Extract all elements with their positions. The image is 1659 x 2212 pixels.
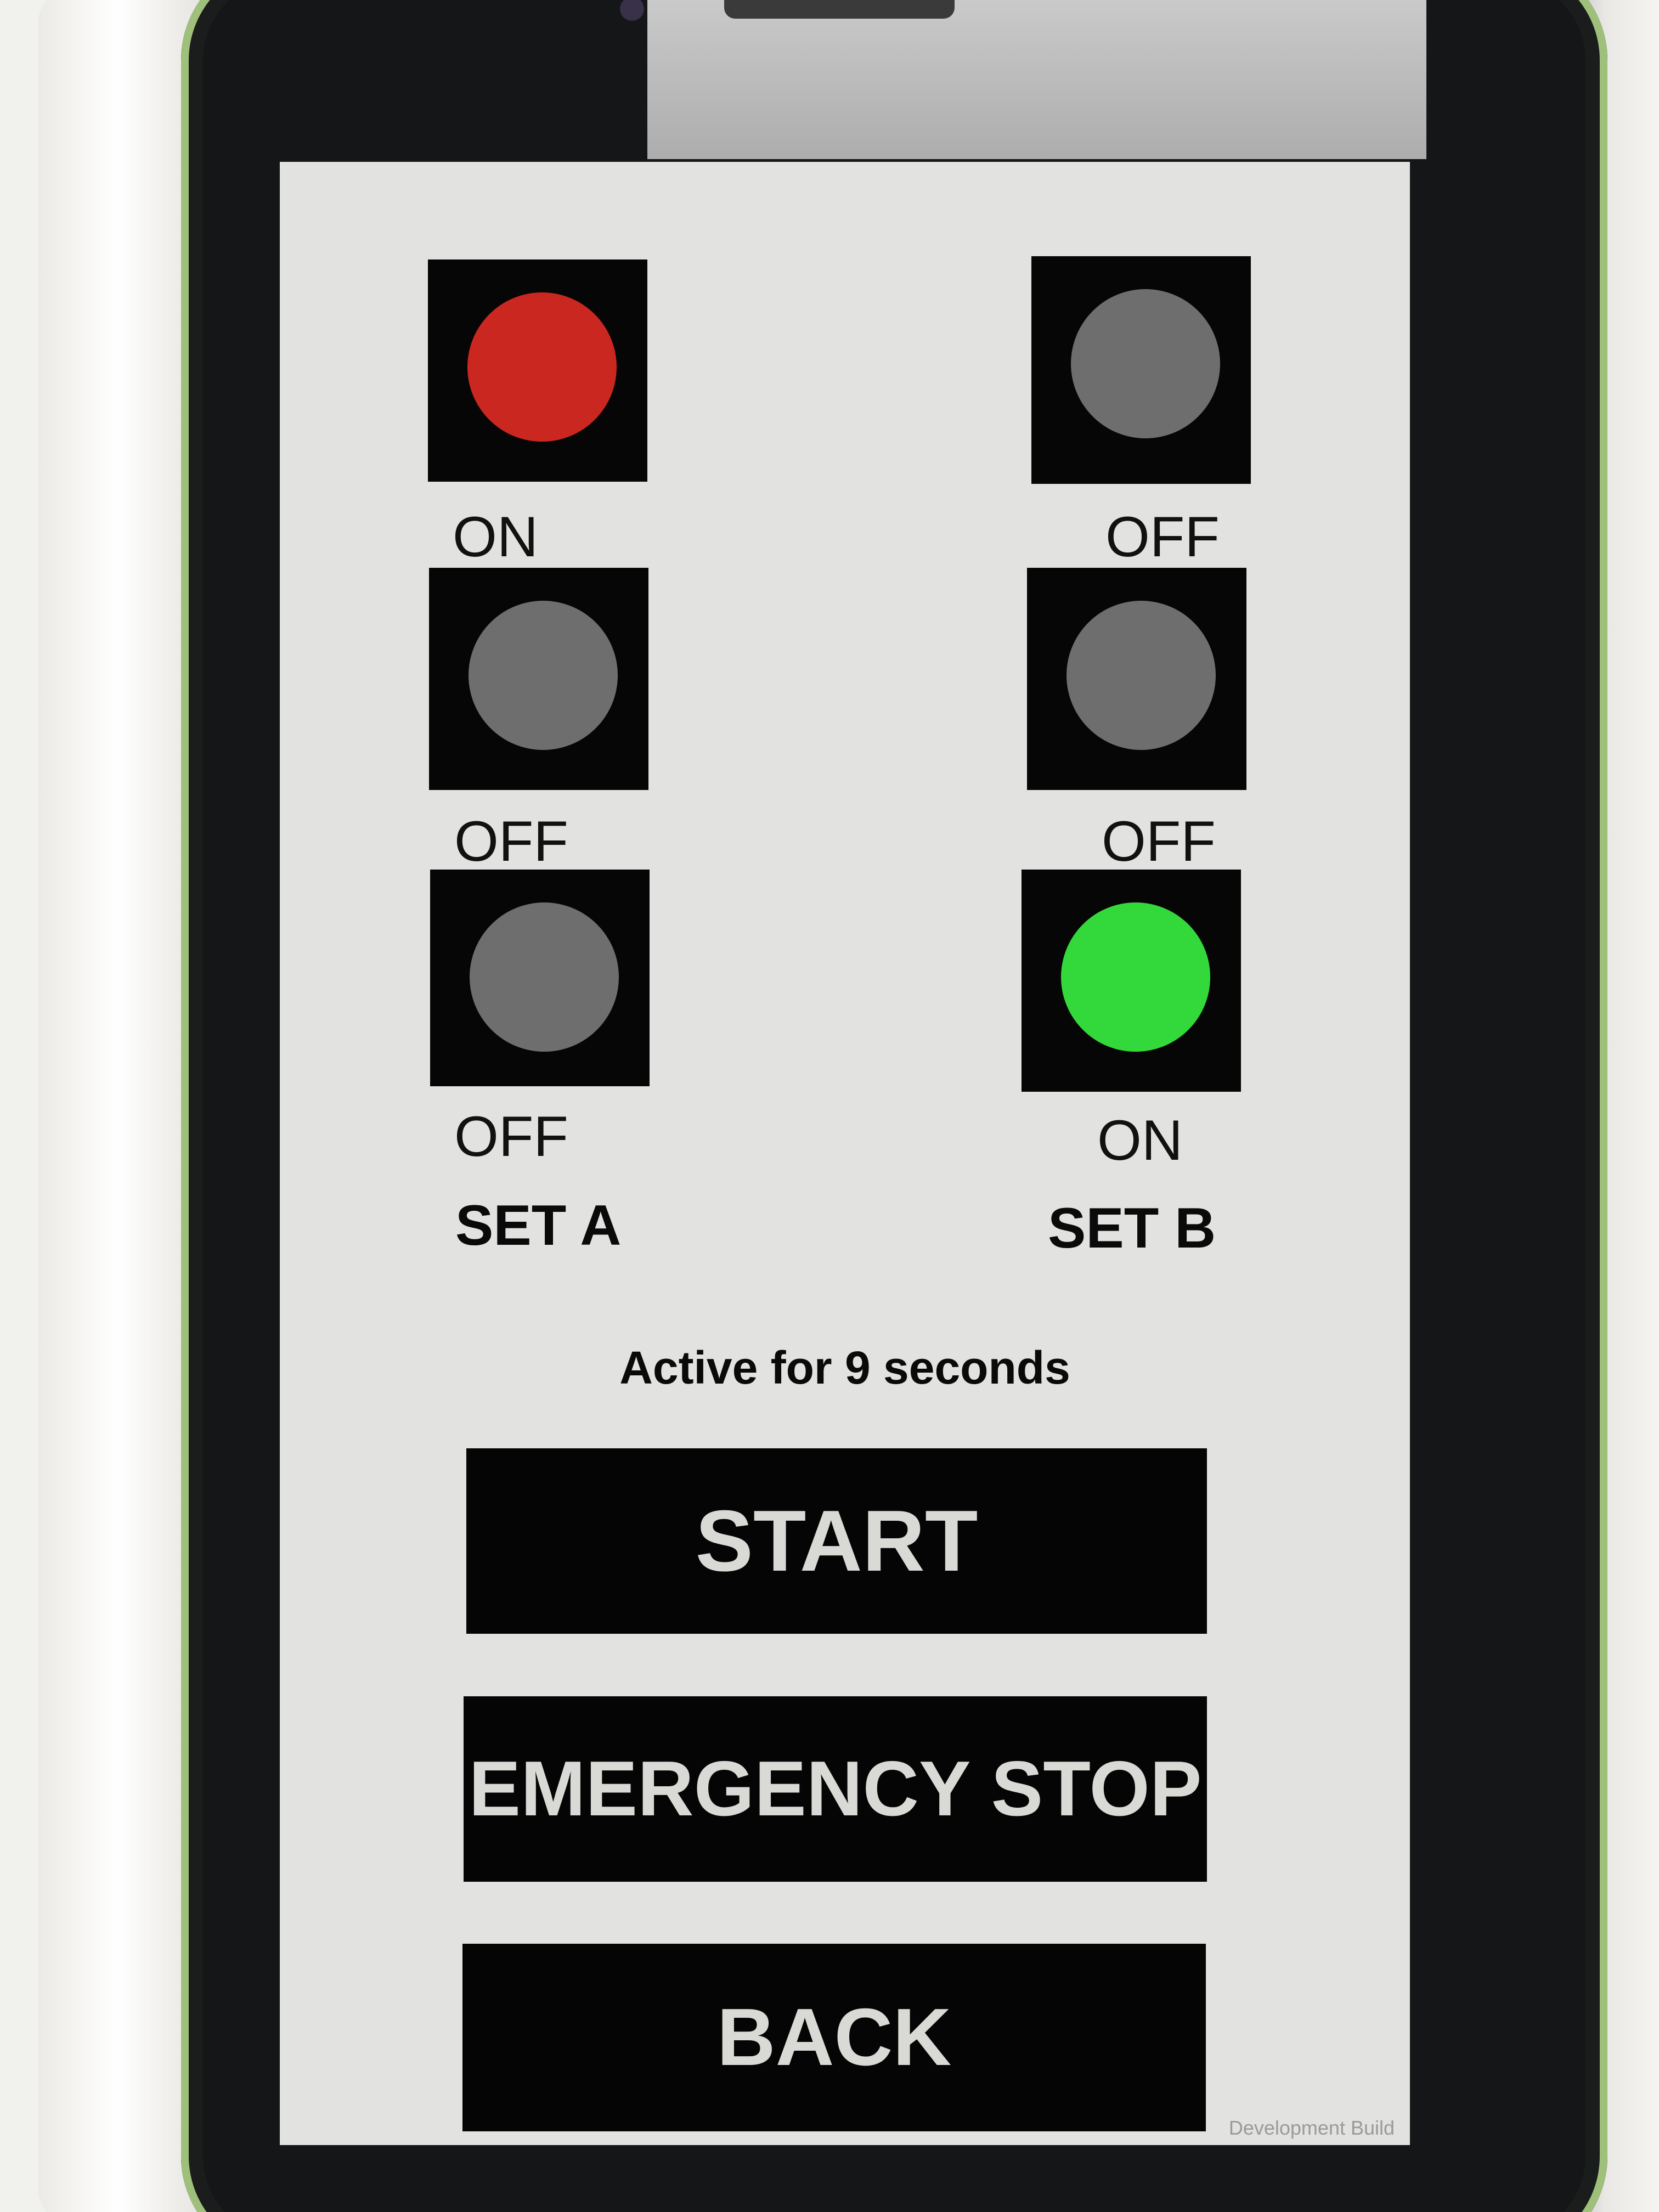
app-screen: ON OFF OFF SET A OFF OFF ON SET B Active…: [280, 162, 1410, 2145]
set-b-light-1-state: OFF: [1105, 505, 1220, 569]
lamp-indicator: [1066, 601, 1216, 750]
set-b-label: SET B: [1048, 1197, 1216, 1260]
back-button[interactable]: BACK: [462, 1944, 1206, 2131]
lamp-indicator: [469, 601, 618, 750]
lamp-indicator: [1071, 289, 1220, 438]
set-b-light-3-state: ON: [1097, 1109, 1183, 1172]
lamp-indicator: [467, 292, 617, 442]
set-b-light-2: [1027, 568, 1246, 790]
development-build-label: Development Build: [1228, 2117, 1395, 2139]
emergency-stop-button[interactable]: EMERGENCY STOP: [464, 1696, 1207, 1882]
set-b-light-2-state: OFF: [1102, 810, 1216, 873]
set-a-light-3: [430, 870, 650, 1086]
earpiece: [724, 0, 955, 19]
set-b-light-1: [1031, 256, 1251, 484]
set-a-label: SET A: [455, 1194, 622, 1257]
set-b-light-3: [1022, 870, 1241, 1092]
set-a-light-1: [428, 259, 647, 482]
set-a-light-3-state: OFF: [454, 1105, 568, 1169]
active-timer-text: Active for 9 seconds: [619, 1342, 1070, 1393]
photo-scene: ON OFF OFF SET A OFF OFF ON SET B Active…: [0, 0, 1659, 2212]
set-a-light-2-state: OFF: [454, 810, 568, 873]
bezel-glare: [647, 0, 1426, 159]
set-a-light-1-state: ON: [453, 505, 538, 569]
lamp-indicator: [1061, 902, 1210, 1052]
lamp-indicator: [470, 902, 619, 1052]
start-button[interactable]: START: [466, 1448, 1207, 1634]
set-a-light-2: [429, 568, 648, 790]
